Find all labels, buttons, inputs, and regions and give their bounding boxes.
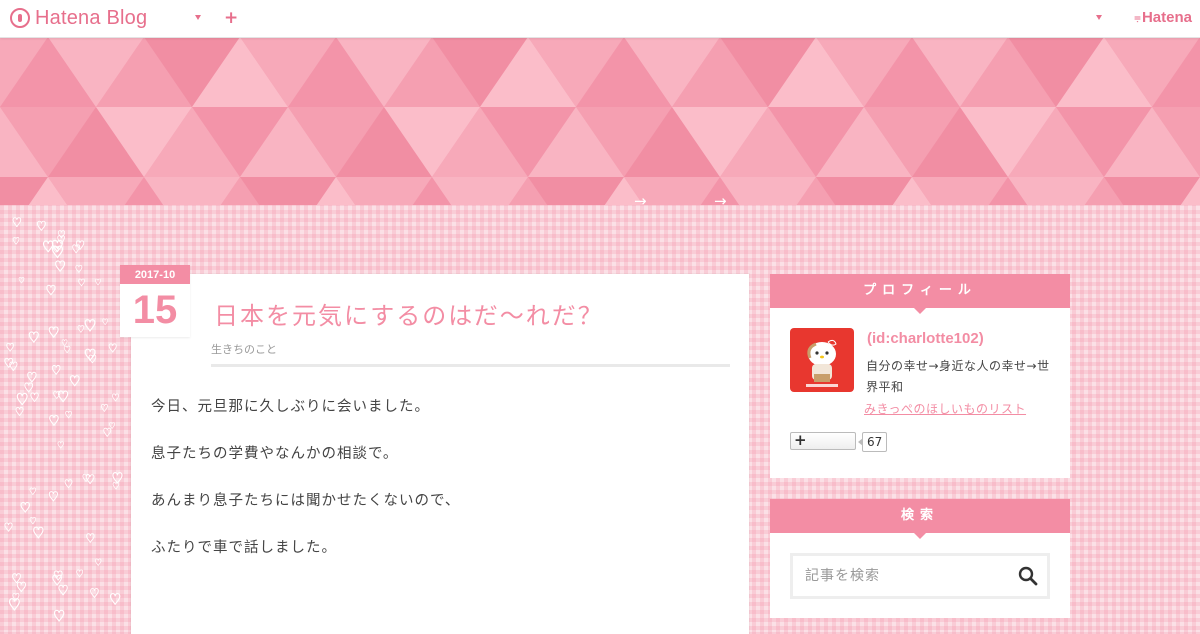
heart-icon xyxy=(51,365,61,375)
top-bar: Hatena Blog + ⩦ Hatena xyxy=(0,0,1200,38)
profile-module: プロフィール (id:charlotte102) 自分の幸せ→身近な人の幸せ→世… xyxy=(770,274,1070,478)
heart-icon xyxy=(100,403,108,412)
heart-icon xyxy=(27,371,37,383)
heart-icon xyxy=(49,415,59,426)
arrow-right-icon: → xyxy=(714,192,727,205)
heart-icon xyxy=(9,361,18,371)
heart-icon xyxy=(84,319,96,332)
entry-paragraph: 今日、元旦那に久しぶりに会いました。 xyxy=(151,399,430,415)
subscribe-button[interactable]: + xyxy=(790,431,856,450)
triangle-pattern xyxy=(0,37,1200,205)
heart-icon xyxy=(90,588,99,598)
arrow-right-icon: → xyxy=(634,192,647,205)
hearts-decoration xyxy=(4,217,123,622)
search-heading: 検索 xyxy=(770,499,1070,539)
heart-icon xyxy=(42,240,54,253)
hatena-mark-icon: ⩦ xyxy=(1133,10,1141,24)
heart-icon xyxy=(75,265,83,273)
entry-paragraph: 息子たちの学費やなんかの相談で。 xyxy=(151,446,399,462)
entry-paragraph: あんまり息子たちには聞かせたくないので、 xyxy=(151,493,461,509)
plus-icon: + xyxy=(794,431,807,449)
entry-date[interactable]: 2017-10 15 xyxy=(120,265,190,337)
heart-icon xyxy=(57,441,64,449)
heart-icon xyxy=(109,593,121,605)
heart-icon xyxy=(76,569,84,578)
heart-icon xyxy=(109,422,116,429)
wishlist-link[interactable]: みきっぺのほしいものリスト xyxy=(864,400,1026,417)
heart-icon xyxy=(86,533,95,543)
heart-icon xyxy=(63,345,71,354)
hatena-brand-text: Hatena xyxy=(1141,9,1192,26)
heart-icon xyxy=(46,284,56,296)
heart-icon xyxy=(12,217,22,228)
heart-icon xyxy=(77,325,85,333)
heart-icon xyxy=(65,410,72,419)
profile-description: 自分の幸せ→身近な人の幸せ→世界平和 xyxy=(866,359,1050,394)
heart-icon xyxy=(61,339,68,346)
search-icon[interactable] xyxy=(1017,565,1039,587)
logo-text: Hatena Blog xyxy=(35,6,148,29)
heart-icon xyxy=(102,318,109,325)
heart-icon xyxy=(20,501,31,513)
heart-icon xyxy=(30,392,39,403)
entry-category[interactable]: 生きちのこと xyxy=(211,341,277,357)
heart-icon xyxy=(53,609,65,622)
heart-icon xyxy=(12,237,20,245)
blog-header-banner: → → xyxy=(0,37,1200,205)
heart-icon xyxy=(112,472,123,484)
heart-icon xyxy=(29,517,37,525)
subscriber-count: 67 xyxy=(857,432,888,452)
heart-icon xyxy=(55,260,66,272)
heart-icon xyxy=(36,220,46,231)
add-entry-button[interactable]: + xyxy=(224,8,238,28)
heart-icon xyxy=(48,491,58,502)
heart-icon xyxy=(95,278,101,286)
heart-icon xyxy=(88,354,97,364)
heart-icon xyxy=(108,343,117,353)
heart-icon xyxy=(58,584,68,596)
hatena-link[interactable]: ⩦ Hatena xyxy=(1134,9,1192,26)
avatar-image xyxy=(790,328,854,392)
heart-icon xyxy=(64,479,73,489)
heart-icon xyxy=(24,382,34,393)
profile-heading: プロフィール xyxy=(770,274,1070,314)
hatena-blog-logo[interactable]: Hatena Blog xyxy=(10,6,147,30)
heart-icon xyxy=(57,235,65,244)
heart-icon xyxy=(33,526,44,539)
title-divider xyxy=(211,364,730,367)
heart-icon xyxy=(72,244,81,254)
heart-icon xyxy=(16,581,26,593)
heart-icon xyxy=(15,406,24,417)
profile-user-id[interactable]: (id:charlotte102) xyxy=(867,330,984,347)
heart-icon xyxy=(16,392,28,406)
search-form xyxy=(790,553,1050,599)
hatena-blog-logo-icon xyxy=(10,8,30,28)
search-input[interactable] xyxy=(793,556,1008,596)
heart-icon xyxy=(75,240,85,250)
heart-icon xyxy=(4,357,14,368)
heart-icon xyxy=(95,558,102,566)
profile-avatar[interactable] xyxy=(790,328,854,392)
heart-icon xyxy=(48,326,59,338)
entry-paragraph: ふたりで車で話しました。 xyxy=(151,540,337,556)
entry-title[interactable]: 日本を元気にするのはだ〜れだ？ xyxy=(214,296,604,331)
heart-icon xyxy=(18,277,25,284)
search-module: 検索 xyxy=(770,499,1070,618)
heart-icon xyxy=(4,522,13,532)
account-menu-chevron-icon[interactable] xyxy=(1096,15,1102,20)
entry-date-day: 15 xyxy=(132,288,178,332)
entry-date-year-month: 2017-10 xyxy=(120,265,190,284)
heart-icon xyxy=(78,278,85,287)
heart-icon xyxy=(6,342,14,352)
heart-icon xyxy=(103,427,112,437)
heart-icon xyxy=(112,393,119,402)
heart-icon xyxy=(28,331,39,343)
chevron-down-icon[interactable] xyxy=(195,15,201,20)
heart-icon xyxy=(69,375,80,387)
heart-icon xyxy=(8,598,20,611)
heart-icon xyxy=(29,487,37,495)
